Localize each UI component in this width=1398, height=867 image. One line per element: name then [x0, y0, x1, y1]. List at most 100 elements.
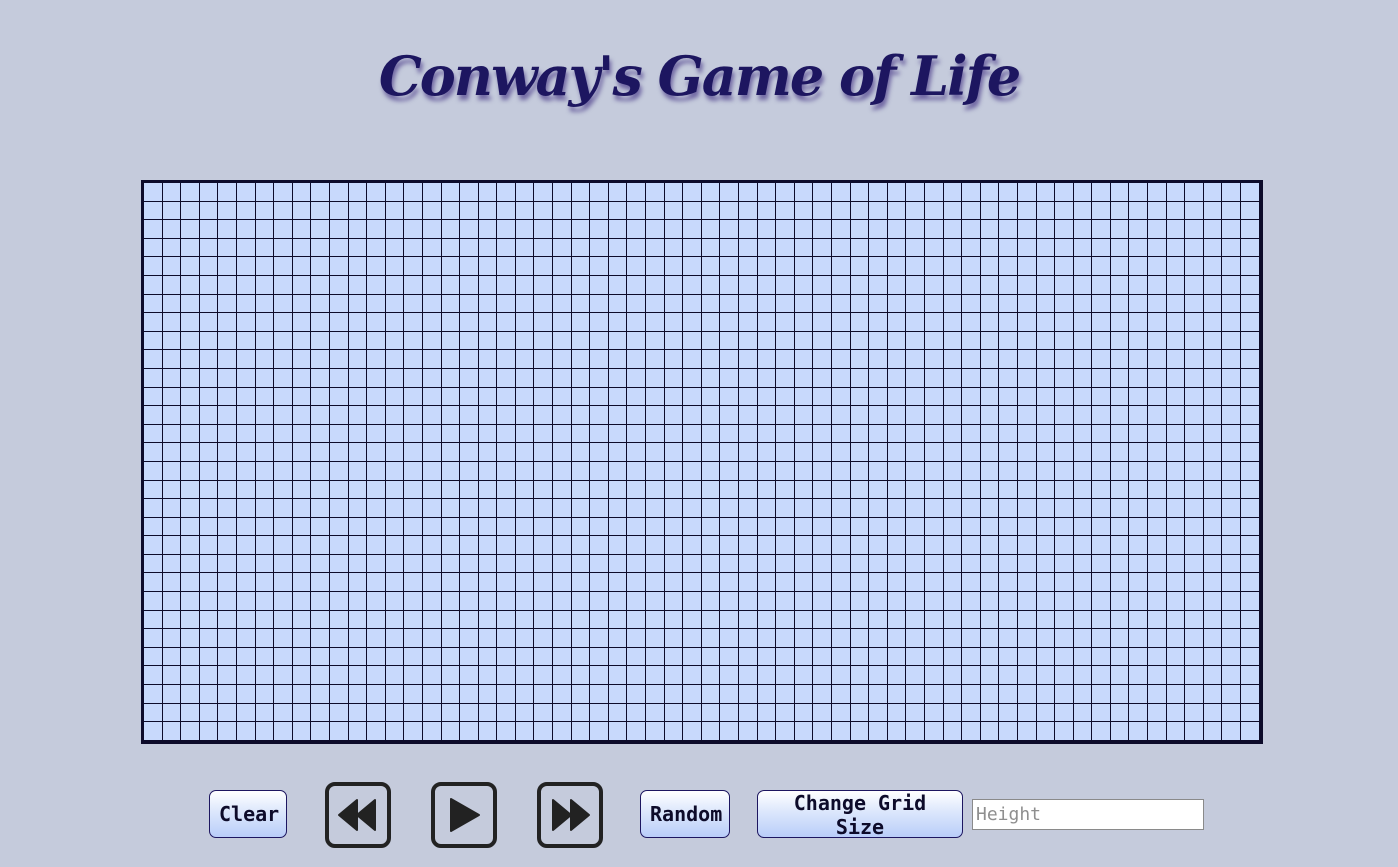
grid-cell[interactable]: [497, 480, 516, 500]
grid-cell[interactable]: [441, 294, 461, 314]
grid-cell[interactable]: [311, 592, 330, 611]
grid-cell[interactable]: [794, 220, 814, 239]
grid-cell[interactable]: [1185, 629, 1204, 648]
grid-cell[interactable]: [776, 666, 795, 686]
grid-cell[interactable]: [553, 573, 572, 593]
grid-cell[interactable]: [199, 220, 219, 239]
grid-cell[interactable]: [255, 685, 275, 704]
grid-cell[interactable]: [478, 517, 498, 537]
grid-cell[interactable]: [292, 257, 312, 276]
grid-cell[interactable]: [553, 610, 572, 630]
grid-cell[interactable]: [757, 257, 777, 276]
grid-cell[interactable]: [422, 517, 442, 537]
grid-cell[interactable]: [404, 461, 423, 481]
grid-cell[interactable]: [906, 722, 925, 741]
grid-cell[interactable]: [478, 480, 498, 500]
grid-cell[interactable]: [869, 350, 888, 369]
grid-cell[interactable]: [1222, 387, 1242, 407]
grid-cell[interactable]: [1092, 368, 1111, 388]
grid-cell[interactable]: [385, 313, 405, 332]
grid-cell[interactable]: [385, 331, 405, 351]
grid-cell[interactable]: [385, 685, 405, 704]
grid-cell[interactable]: [497, 183, 516, 202]
grid-cell[interactable]: [701, 703, 721, 723]
grid-cell[interactable]: [906, 666, 925, 686]
grid-cell[interactable]: [1110, 573, 1130, 593]
grid-cell[interactable]: [274, 592, 293, 611]
grid-cell[interactable]: [515, 387, 535, 407]
grid-cell[interactable]: [739, 461, 758, 481]
grid-cell[interactable]: [962, 275, 981, 295]
grid-cell[interactable]: [813, 629, 832, 648]
grid-cell[interactable]: [664, 722, 684, 741]
grid-cell[interactable]: [794, 275, 814, 295]
grid-cell[interactable]: [1092, 573, 1111, 593]
grid-cell[interactable]: [683, 722, 702, 741]
grid-cell[interactable]: [1073, 350, 1093, 369]
grid-cell[interactable]: [887, 517, 907, 537]
grid-cell[interactable]: [999, 275, 1018, 295]
grid-cell[interactable]: [1166, 331, 1186, 351]
grid-cell[interactable]: [1129, 350, 1149, 369]
grid-cell[interactable]: [739, 536, 758, 555]
grid-cell[interactable]: [813, 461, 832, 481]
grid-cell[interactable]: [720, 554, 739, 574]
grid-cell[interactable]: [739, 387, 758, 407]
grid-cell[interactable]: [1166, 536, 1186, 555]
grid-cell[interactable]: [348, 201, 368, 221]
grid-cell[interactable]: [683, 536, 702, 555]
grid-cell[interactable]: [962, 480, 981, 500]
grid-cell[interactable]: [980, 703, 1000, 723]
grid-cell[interactable]: [144, 722, 163, 741]
grid-cell[interactable]: [367, 703, 386, 723]
grid-cell[interactable]: [422, 592, 442, 611]
grid-cell[interactable]: [1241, 610, 1260, 630]
grid-cell[interactable]: [924, 517, 944, 537]
grid-cell[interactable]: [367, 294, 386, 314]
grid-cell[interactable]: [1148, 220, 1167, 239]
grid-cell[interactable]: [255, 350, 275, 369]
grid-cell[interactable]: [794, 406, 814, 425]
grid-cell[interactable]: [720, 387, 739, 407]
grid-cell[interactable]: [1185, 666, 1204, 686]
grid-cell[interactable]: [831, 238, 851, 258]
grid-cell[interactable]: [1222, 592, 1242, 611]
grid-cell[interactable]: [1092, 536, 1111, 555]
grid-cell[interactable]: [1092, 647, 1111, 667]
grid-cell[interactable]: [646, 387, 665, 407]
grid-cell[interactable]: [850, 294, 870, 314]
grid-cell[interactable]: [1055, 685, 1074, 704]
grid-cell[interactable]: [1073, 443, 1093, 462]
grid-cell[interactable]: [1148, 610, 1167, 630]
grid-cell[interactable]: [813, 610, 832, 630]
grid-cell[interactable]: [924, 183, 944, 202]
grid-cell[interactable]: [404, 406, 423, 425]
grid-cell[interactable]: [701, 592, 721, 611]
grid-cell[interactable]: [255, 499, 275, 518]
grid-cell[interactable]: [553, 480, 572, 500]
grid-cell[interactable]: [887, 499, 907, 518]
grid-cell[interactable]: [441, 703, 461, 723]
grid-cell[interactable]: [1222, 461, 1242, 481]
grid-cell[interactable]: [590, 629, 609, 648]
grid-cell[interactable]: [924, 666, 944, 686]
grid-cell[interactable]: [348, 294, 368, 314]
grid-cell[interactable]: [757, 368, 777, 388]
grid-cell[interactable]: [1129, 201, 1149, 221]
grid-cell[interactable]: [906, 313, 925, 332]
grid-cell[interactable]: [385, 666, 405, 686]
grid-cell[interactable]: [999, 368, 1018, 388]
grid-cell[interactable]: [1017, 722, 1037, 741]
grid-cell[interactable]: [478, 629, 498, 648]
grid-cell[interactable]: [329, 424, 349, 444]
grid-cell[interactable]: [553, 294, 572, 314]
grid-cell[interactable]: [850, 554, 870, 574]
grid-cell[interactable]: [757, 499, 777, 518]
grid-cell[interactable]: [1036, 406, 1056, 425]
grid-cell[interactable]: [627, 183, 647, 202]
grid-cell[interactable]: [311, 275, 330, 295]
grid-cell[interactable]: [813, 368, 832, 388]
grid-cell[interactable]: [980, 183, 1000, 202]
grid-cell[interactable]: [962, 238, 981, 258]
grid-cell[interactable]: [813, 424, 832, 444]
